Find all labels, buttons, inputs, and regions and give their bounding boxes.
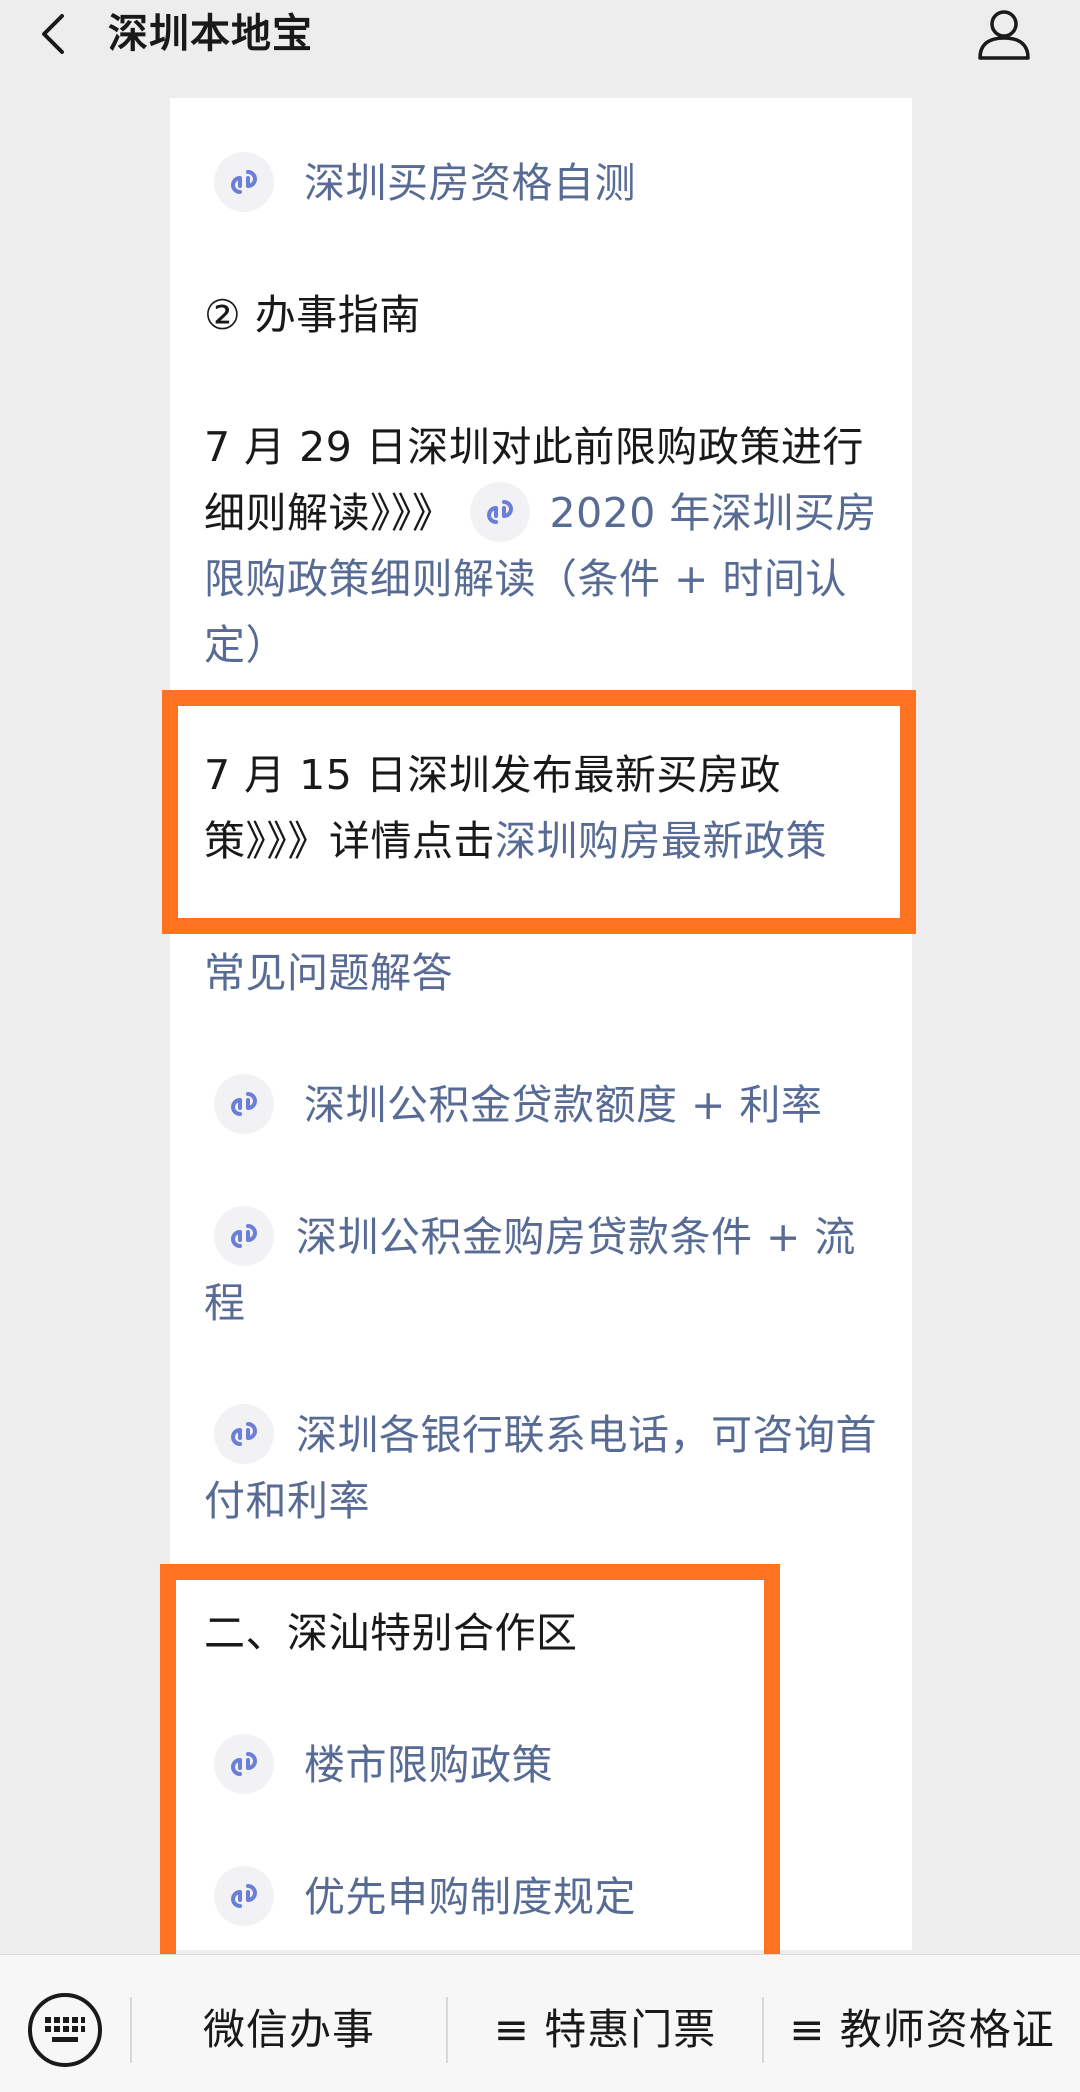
profile-icon[interactable] xyxy=(976,6,1032,62)
menu-discount-tickets[interactable]: ≡ 特惠门票 xyxy=(448,1995,762,2065)
page-title: 深圳本地宝 xyxy=(108,11,313,57)
mini-program-icon xyxy=(214,1866,274,1926)
mini-program-icon xyxy=(214,1074,274,1134)
mini-program-icon xyxy=(214,1734,274,1794)
mini-program-icon xyxy=(214,152,274,212)
paragraph-0715: 7 月 15 日深圳发布最新买房政策》》》详情点击深圳购房最新政策 xyxy=(204,742,880,874)
link-faq[interactable]: 常见问题解答 xyxy=(204,940,880,1006)
mini-program-icon xyxy=(214,1404,274,1464)
section-heading-guide: ② 办事指南 xyxy=(204,291,421,339)
article-body: 深圳买房资格自测 ② 办事指南 7 月 29 日深圳对此前限购政策进行细则解读》… xyxy=(170,98,912,1950)
bottom-menu-bar: 微信办事 ≡ 特惠门票 ≡ 教师资格证 xyxy=(0,1954,1080,2092)
link-banks-text[interactable]: 深圳各银行联系电话，可咨询首付和利率 xyxy=(204,1411,877,1525)
link-priority-text[interactable]: 优先申购制度规定 xyxy=(304,1873,636,1921)
link-latest-policy[interactable]: 深圳购房最新政策 xyxy=(495,817,827,865)
link-fund-quota-text[interactable]: 深圳公积金贷款额度 + 利率 xyxy=(304,1081,822,1129)
mini-program-link-fund-quota[interactable]: 深圳公积金贷款额度 + 利率 xyxy=(204,1072,880,1138)
menu-teacher-certificate[interactable]: ≡ 教师资格证 xyxy=(764,1995,1080,2065)
mini-program-icon xyxy=(469,482,530,542)
section-heading-shenshan: 二、深汕特别合作区 xyxy=(204,1609,578,1657)
mini-program-icon xyxy=(214,1206,274,1266)
mini-program-link-fund-conditions[interactable]: 深圳公积金购房贷款条件 + 流程 xyxy=(204,1204,880,1336)
mini-program-link-banks[interactable]: 深圳各银行联系电话，可咨询首付和利率 xyxy=(204,1402,880,1534)
mini-program-link-priority[interactable]: 优先申购制度规定 xyxy=(204,1864,880,1930)
mini-program-link-purchase-policy[interactable]: 楼市限购政策 xyxy=(204,1732,880,1798)
link-qualification-text[interactable]: 深圳买房资格自测 xyxy=(304,159,636,207)
top-navbar: 深圳本地宝 xyxy=(0,0,1080,98)
paragraph-0729: 7 月 29 日深圳对此前限购政策进行细则解读》》》 2020 年深圳买房限购政… xyxy=(204,414,880,678)
link-fund-conditions-text[interactable]: 深圳公积金购房贷款条件 + 流程 xyxy=(204,1213,856,1327)
mini-program-link-qualification[interactable]: 深圳买房资格自测 xyxy=(204,150,880,216)
keyboard-icon[interactable] xyxy=(28,1993,102,2067)
menu-wechat-service[interactable]: 微信办事 xyxy=(132,1995,446,2065)
back-chevron-icon[interactable] xyxy=(36,12,76,56)
link-purchase-policy-text[interactable]: 楼市限购政策 xyxy=(304,1741,553,1789)
